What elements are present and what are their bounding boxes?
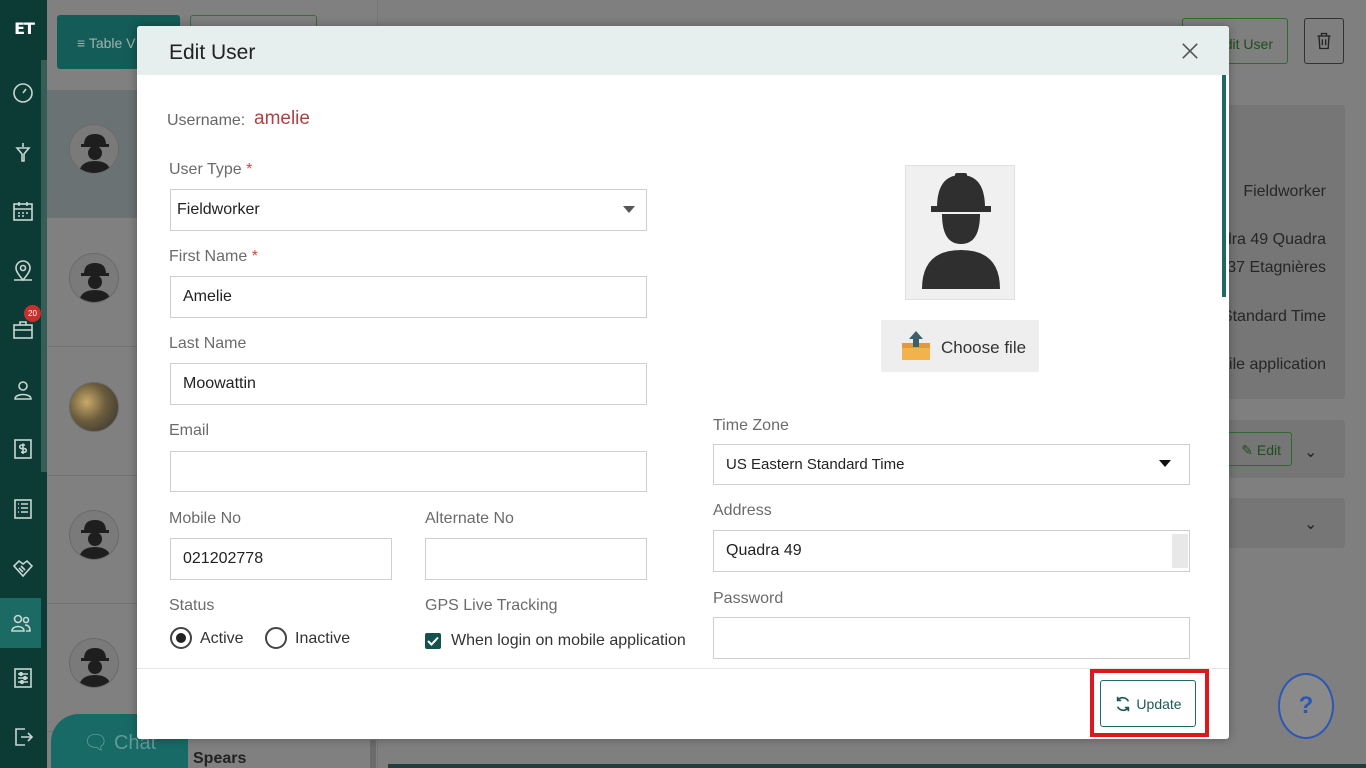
highlight-box [1090,669,1209,737]
modal-scrollbar[interactable] [1222,75,1226,297]
table-view-label: Table V [88,35,136,51]
avatar [69,124,119,174]
choose-file-button[interactable]: Choose file [881,320,1039,372]
accordion-card [1224,498,1345,548]
user-type-value: Fieldworker [177,201,260,218]
list-item-name: Spears [193,750,247,767]
sliders-icon[interactable] [8,663,38,693]
edit-user-modal: Edit User Username: amelie User Type * F… [137,26,1229,739]
username-value: amelie [254,108,310,129]
calendar-icon[interactable] [8,196,38,226]
status-active-radio[interactable] [170,627,192,649]
email-label: Email [169,422,210,439]
user-type-select[interactable]: Fieldworker [170,189,647,231]
last-name-input[interactable]: Moowattin [170,363,647,405]
users-icon[interactable] [0,598,41,648]
password-input[interactable] [713,617,1190,659]
status-inactive-radio[interactable] [265,627,287,649]
time-zone-label: Time Zone [713,417,789,434]
dollar-icon[interactable] [8,434,38,464]
status-active-label: Active [200,630,244,647]
alternate-input[interactable] [425,538,647,580]
user-icon[interactable] [8,375,38,405]
status-label: Status [169,597,215,614]
profile-photo [905,165,1015,300]
alternate-label: Alternate No [425,510,514,527]
chevron-down-icon[interactable]: ⌄ [1304,442,1317,462]
textarea-resize-handle[interactable] [1172,534,1188,568]
detail-address-line2: 037 Etagnières [1218,259,1326,276]
address-label: Address [713,502,772,519]
funnel-icon[interactable] [8,137,38,167]
handshake-icon[interactable] [8,553,38,583]
detail-card [1224,105,1345,399]
modal-title: Edit User [169,41,256,64]
list-scrollbar[interactable] [370,740,376,768]
logout-icon[interactable] [8,722,38,752]
detail-timezone: Standard Time [1221,308,1326,325]
last-name-label: Last Name [169,335,247,352]
user-type-label: User Type * [169,161,253,178]
map-pin-icon[interactable] [8,256,38,286]
detail-gps: bile application [1220,356,1326,373]
mobile-label: Mobile No [169,510,242,527]
worker-avatar-icon [922,173,1000,289]
detail-user-type: Fieldworker [1243,183,1326,200]
edit-label: Edit [1256,442,1281,458]
gps-option-label: When login on mobile application [451,632,686,649]
list-icon[interactable] [8,494,38,524]
status-inactive-label: Inactive [295,630,351,647]
delete-button[interactable] [1304,18,1344,64]
avatar [69,638,119,688]
modal-header: Edit User [137,26,1229,75]
dashboard-icon[interactable] [8,77,38,107]
first-name-label: First Name * [169,248,258,265]
gps-label: GPS Live Tracking [425,597,558,614]
avatar-photo [69,382,119,432]
trash-icon [1317,32,1331,50]
username-label: Username: [167,112,246,129]
app-logo[interactable]: ET [11,14,37,44]
upload-icon [902,331,930,360]
password-label: Password [713,590,784,607]
caret-down-icon [1159,460,1171,467]
menu-lines-icon: ≡ [77,35,86,51]
time-zone-select[interactable]: US Eastern Standard Time [713,444,1190,485]
detail-address-line1: dra 49 Quadra [1222,231,1326,248]
address-textarea[interactable]: Quadra 49 [713,530,1190,572]
avatar [69,510,119,560]
mobile-input[interactable]: 021202778 [170,538,392,580]
gps-checkbox[interactable] [425,633,441,649]
chevron-down-icon[interactable]: ⌄ [1304,514,1317,534]
avatar [69,253,119,303]
close-icon[interactable] [1177,38,1203,64]
bottom-bar [388,764,1366,768]
chat-bubble-icon: 🗨 [83,732,109,754]
side-nav: ET 20 [0,0,47,768]
notification-badge: 20 [24,305,41,322]
first-name-input[interactable]: Amelie [170,276,647,318]
edit-icon: ✎ [1241,442,1253,458]
edit-button[interactable]: ✎ Edit [1222,432,1292,466]
caret-down-icon [623,206,635,213]
email-input[interactable] [170,451,647,492]
choose-file-label: Choose file [941,338,1027,357]
help-button[interactable]: ? [1278,673,1334,739]
modal-footer-divider [137,668,1229,669]
